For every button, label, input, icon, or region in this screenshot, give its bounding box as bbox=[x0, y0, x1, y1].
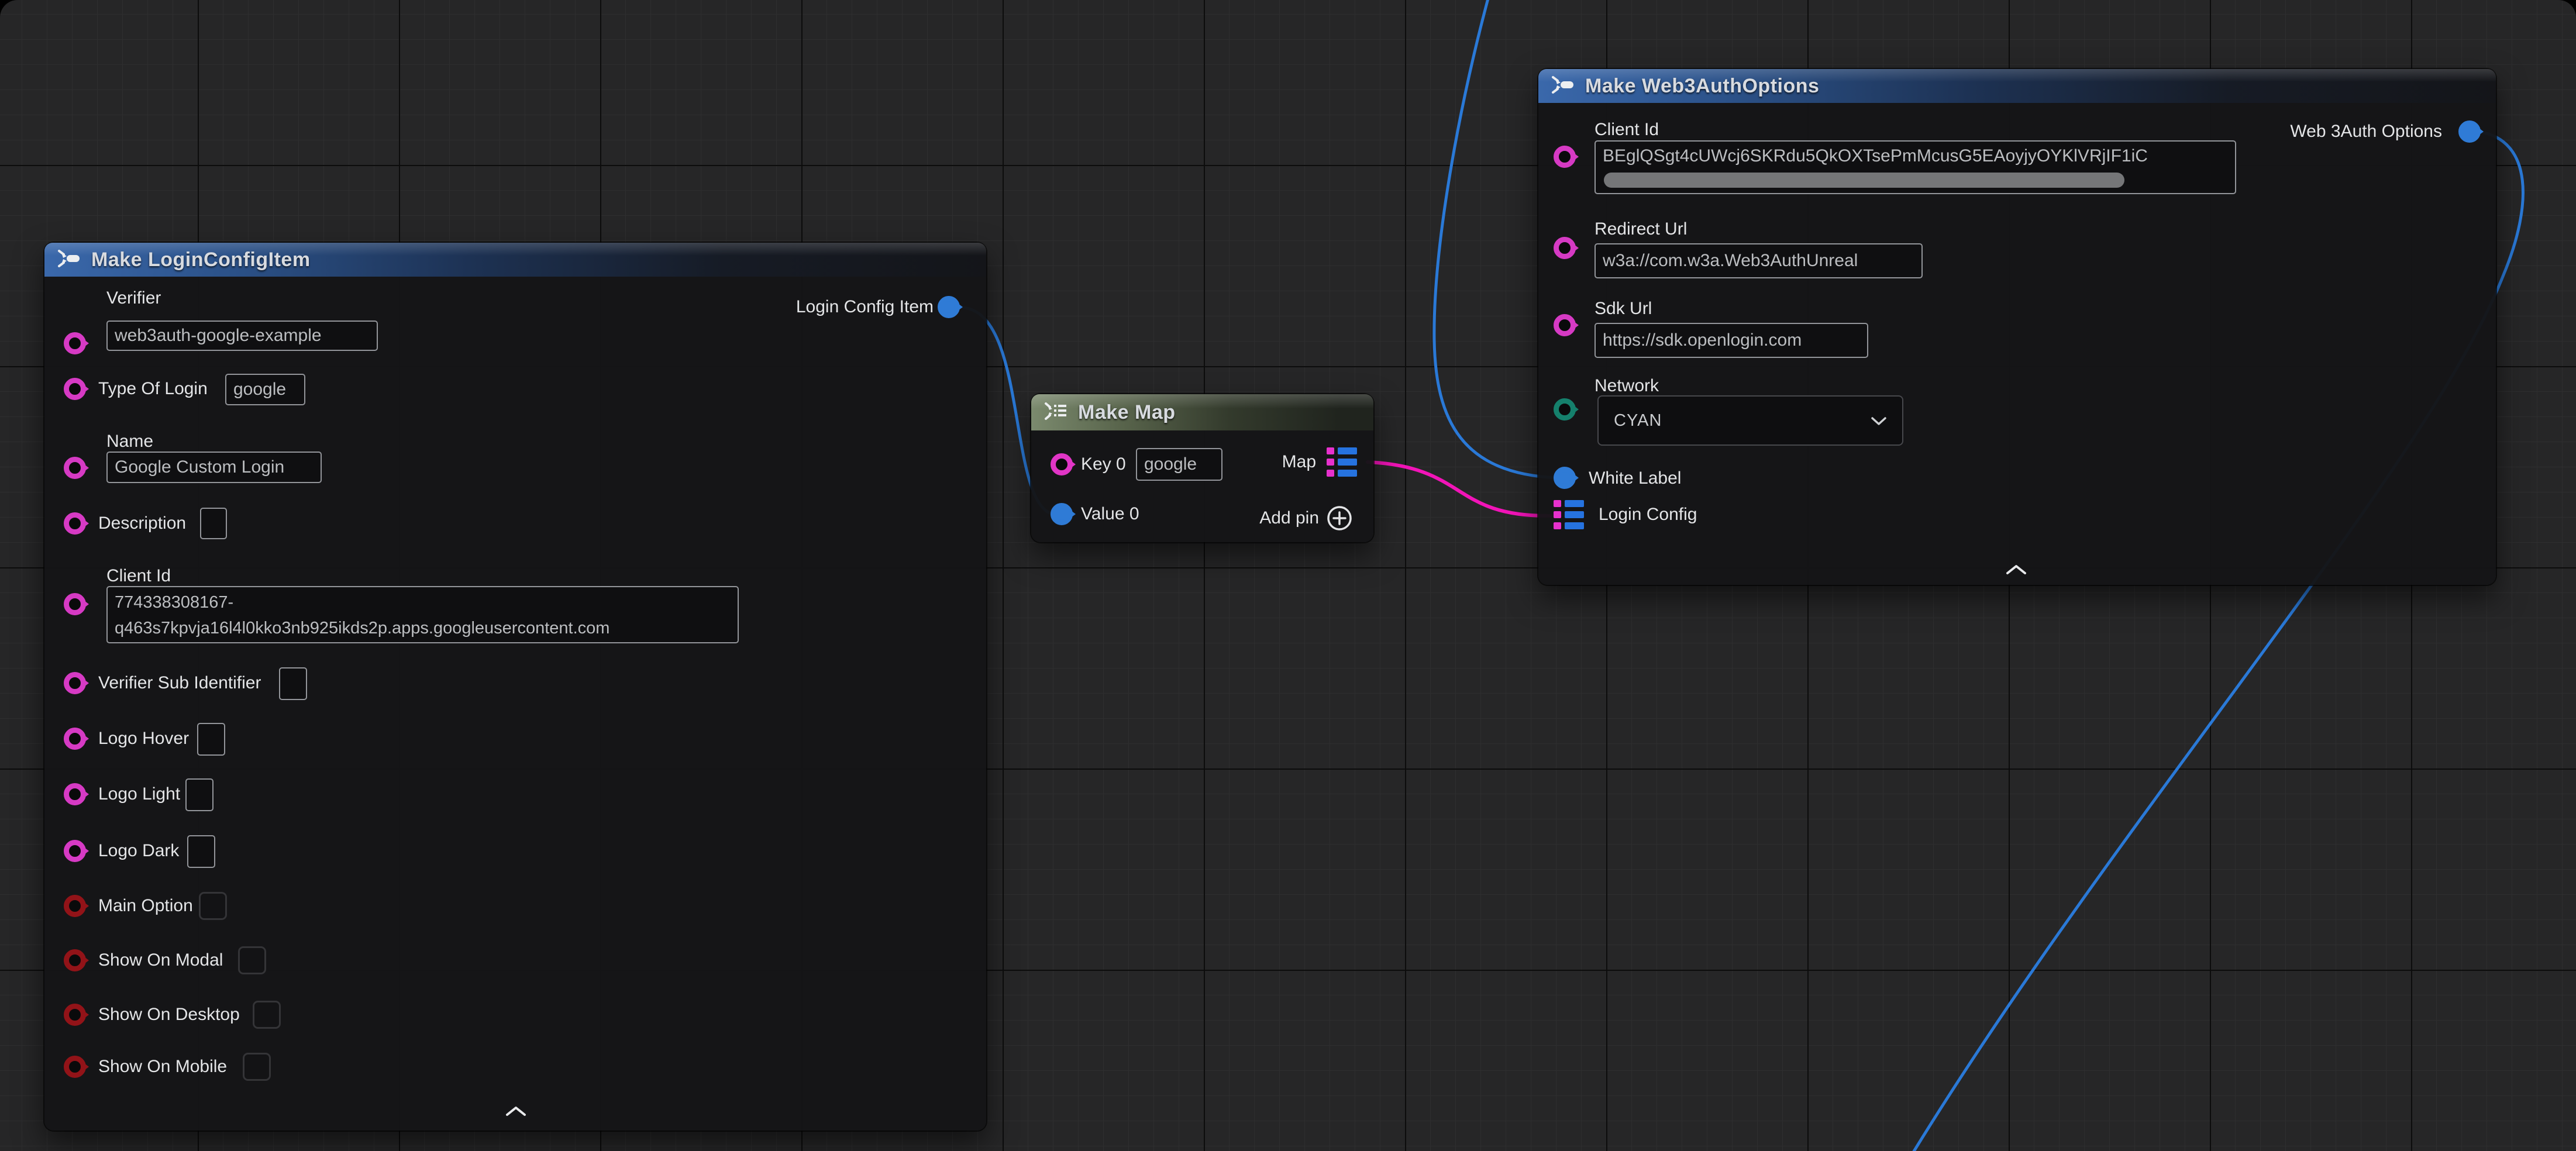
pin-label-logo-hover: Logo Hover bbox=[98, 729, 189, 749]
collapse-chevron-icon[interactable] bbox=[505, 1106, 526, 1119]
pin-label-login-config: Login Config bbox=[1599, 505, 1697, 525]
pin-network[interactable] bbox=[1554, 398, 1576, 421]
pin-label-logo-light: Logo Light bbox=[98, 784, 180, 804]
pin-show-on-modal[interactable] bbox=[64, 949, 86, 971]
node-make-web3authoptions[interactable]: Make Web3AuthOptions Web 3Auth Options C… bbox=[1538, 69, 2496, 585]
pin-client-id[interactable] bbox=[64, 593, 86, 615]
pin-label-map: Map bbox=[1282, 452, 1316, 472]
pin-label-show-on-desktop: Show On Desktop bbox=[98, 1005, 240, 1025]
logo-light-input[interactable] bbox=[185, 778, 213, 811]
graph-canvas[interactable]: Make LoginConfigItem Login Config Item V… bbox=[0, 0, 2576, 1151]
pin-label-logo-dark: Logo Dark bbox=[98, 841, 179, 861]
show-on-desktop-checkbox[interactable] bbox=[253, 1001, 281, 1029]
redirect-url-input[interactable]: w3a://com.w3a.Web3AuthUnreal bbox=[1594, 243, 1923, 278]
pin-logo-light[interactable] bbox=[64, 783, 86, 805]
pin-key-0[interactable] bbox=[1051, 453, 1073, 475]
pin-show-on-desktop[interactable] bbox=[64, 1004, 86, 1026]
description-input[interactable] bbox=[200, 508, 227, 539]
type-of-login-value: google bbox=[233, 380, 286, 399]
pin-logo-hover[interactable] bbox=[64, 728, 86, 750]
main-option-checkbox[interactable] bbox=[199, 892, 227, 920]
pin-show-on-mobile[interactable] bbox=[64, 1056, 86, 1078]
pin-label-main-option: Main Option bbox=[98, 896, 193, 916]
pin-client-id[interactable] bbox=[1554, 146, 1576, 168]
node-header-make-web3authoptions[interactable]: Make Web3AuthOptions bbox=[1538, 69, 2496, 103]
verifier-input[interactable]: web3auth-google-example bbox=[106, 321, 378, 351]
pin-white-label[interactable] bbox=[1554, 467, 1576, 489]
pin-label-show-on-modal: Show On Modal bbox=[98, 950, 223, 970]
logo-dark-input[interactable] bbox=[187, 835, 215, 868]
pin-output-web3auth-options[interactable] bbox=[2458, 120, 2481, 143]
node-header-make-loginconfigitem[interactable]: Make LoginConfigItem bbox=[44, 243, 986, 277]
pin-label-type-of-login: Type Of Login bbox=[98, 379, 208, 399]
pin-label-description: Description bbox=[98, 514, 186, 533]
network-dropdown[interactable]: CYAN bbox=[1597, 395, 1903, 446]
node-make-loginconfigitem[interactable]: Make LoginConfigItem Login Config Item V… bbox=[44, 243, 986, 1131]
node-header-make-map[interactable]: Make Map bbox=[1031, 394, 1373, 430]
pin-label-network: Network bbox=[1594, 376, 1659, 396]
pin-login-config[interactable] bbox=[1554, 500, 1584, 529]
pin-value-0[interactable] bbox=[1051, 503, 1073, 525]
add-pin-button[interactable] bbox=[1326, 505, 1353, 535]
name-value: Google Custom Login bbox=[115, 457, 284, 477]
node-make-map[interactable]: Make Map Key 0 google Map Value 0 Add pi… bbox=[1031, 394, 1373, 542]
pin-label-show-on-mobile: Show On Mobile bbox=[98, 1057, 227, 1077]
client-id-line1: 774338308167- bbox=[115, 590, 731, 615]
sdk-url-value: https://sdk.openlogin.com bbox=[1603, 330, 1802, 350]
pin-label-white-label: White Label bbox=[1589, 468, 1681, 488]
pin-output-login-config-item[interactable] bbox=[938, 296, 960, 318]
make-struct-icon bbox=[56, 247, 82, 273]
pin-label-login-config-item: Login Config Item bbox=[796, 297, 934, 317]
logo-hover-input[interactable] bbox=[197, 723, 225, 756]
blueprint-editor: Make LoginConfigItem Login Config Item V… bbox=[0, 0, 2576, 1151]
pin-map-output[interactable] bbox=[1327, 447, 1357, 477]
collapse-chevron-icon[interactable] bbox=[2006, 564, 2027, 578]
verifier-value: web3auth-google-example bbox=[115, 326, 322, 346]
type-of-login-input[interactable]: google bbox=[225, 374, 305, 405]
pin-redirect-url[interactable] bbox=[1554, 237, 1576, 259]
show-on-mobile-checkbox[interactable] bbox=[243, 1053, 271, 1081]
pin-label-name: Name bbox=[106, 432, 153, 452]
make-map-icon bbox=[1043, 400, 1069, 425]
pin-label-redirect-url: Redirect Url bbox=[1594, 219, 1687, 239]
pin-main-option[interactable] bbox=[64, 895, 86, 917]
pin-type-of-login[interactable] bbox=[64, 378, 86, 400]
wire-map-to-loginconfig[interactable] bbox=[1368, 462, 1551, 516]
name-input[interactable]: Google Custom Login bbox=[106, 452, 322, 483]
sdk-url-input[interactable]: https://sdk.openlogin.com bbox=[1594, 323, 1868, 358]
make-struct-icon bbox=[1550, 74, 1576, 99]
pin-label-client-id: Client Id bbox=[1594, 120, 1659, 140]
redirect-url-value: w3a://com.w3a.Web3AuthUnreal bbox=[1603, 251, 1858, 271]
node-title: Make Map bbox=[1078, 401, 1176, 424]
chevron-down-icon bbox=[1871, 411, 1887, 430]
pin-label-key-0: Key 0 bbox=[1081, 454, 1126, 474]
pin-description[interactable] bbox=[64, 512, 86, 535]
network-value: CYAN bbox=[1614, 411, 1662, 430]
pin-verifier[interactable] bbox=[64, 332, 86, 354]
key-0-input[interactable]: google bbox=[1136, 448, 1222, 481]
node-title: Make Web3AuthOptions bbox=[1585, 75, 1819, 98]
client-id-scrollbar[interactable] bbox=[1604, 173, 2124, 188]
client-id-input[interactable]: BEglQSgt4cUWcj6SKRdu5QkOXTsePmMcusG5EAoy… bbox=[1594, 140, 2236, 194]
pin-verifier-sub-identifier[interactable] bbox=[64, 672, 86, 694]
verifier-sub-identifier-input[interactable] bbox=[279, 667, 307, 700]
pin-logo-dark[interactable] bbox=[64, 840, 86, 862]
add-pin-label: Add pin bbox=[1259, 508, 1319, 528]
pin-label-sdk-url: Sdk Url bbox=[1594, 299, 1652, 319]
client-id-line2: q463s7kpvja16l4l0kko3nb925ikds2p.apps.go… bbox=[115, 615, 731, 641]
client-id-value: BEglQSgt4cUWcj6SKRdu5QkOXTsePmMcusG5EAoy… bbox=[1603, 146, 2148, 166]
pin-label-web3auth-options: Web 3Auth Options bbox=[2290, 122, 2442, 142]
key-0-value: google bbox=[1144, 454, 1197, 474]
pin-name[interactable] bbox=[64, 457, 86, 479]
show-on-modal-checkbox[interactable] bbox=[238, 946, 266, 974]
pin-label-value-0: Value 0 bbox=[1081, 504, 1139, 524]
pin-sdk-url[interactable] bbox=[1554, 314, 1576, 336]
client-id-input[interactable]: 774338308167- q463s7kpvja16l4l0kko3nb925… bbox=[106, 586, 739, 643]
node-title: Make LoginConfigItem bbox=[91, 249, 311, 271]
pin-label-verifier: Verifier bbox=[106, 288, 161, 308]
pin-label-client-id: Client Id bbox=[106, 566, 171, 586]
pin-label-verifier-sub-identifier: Verifier Sub Identifier bbox=[98, 673, 261, 693]
